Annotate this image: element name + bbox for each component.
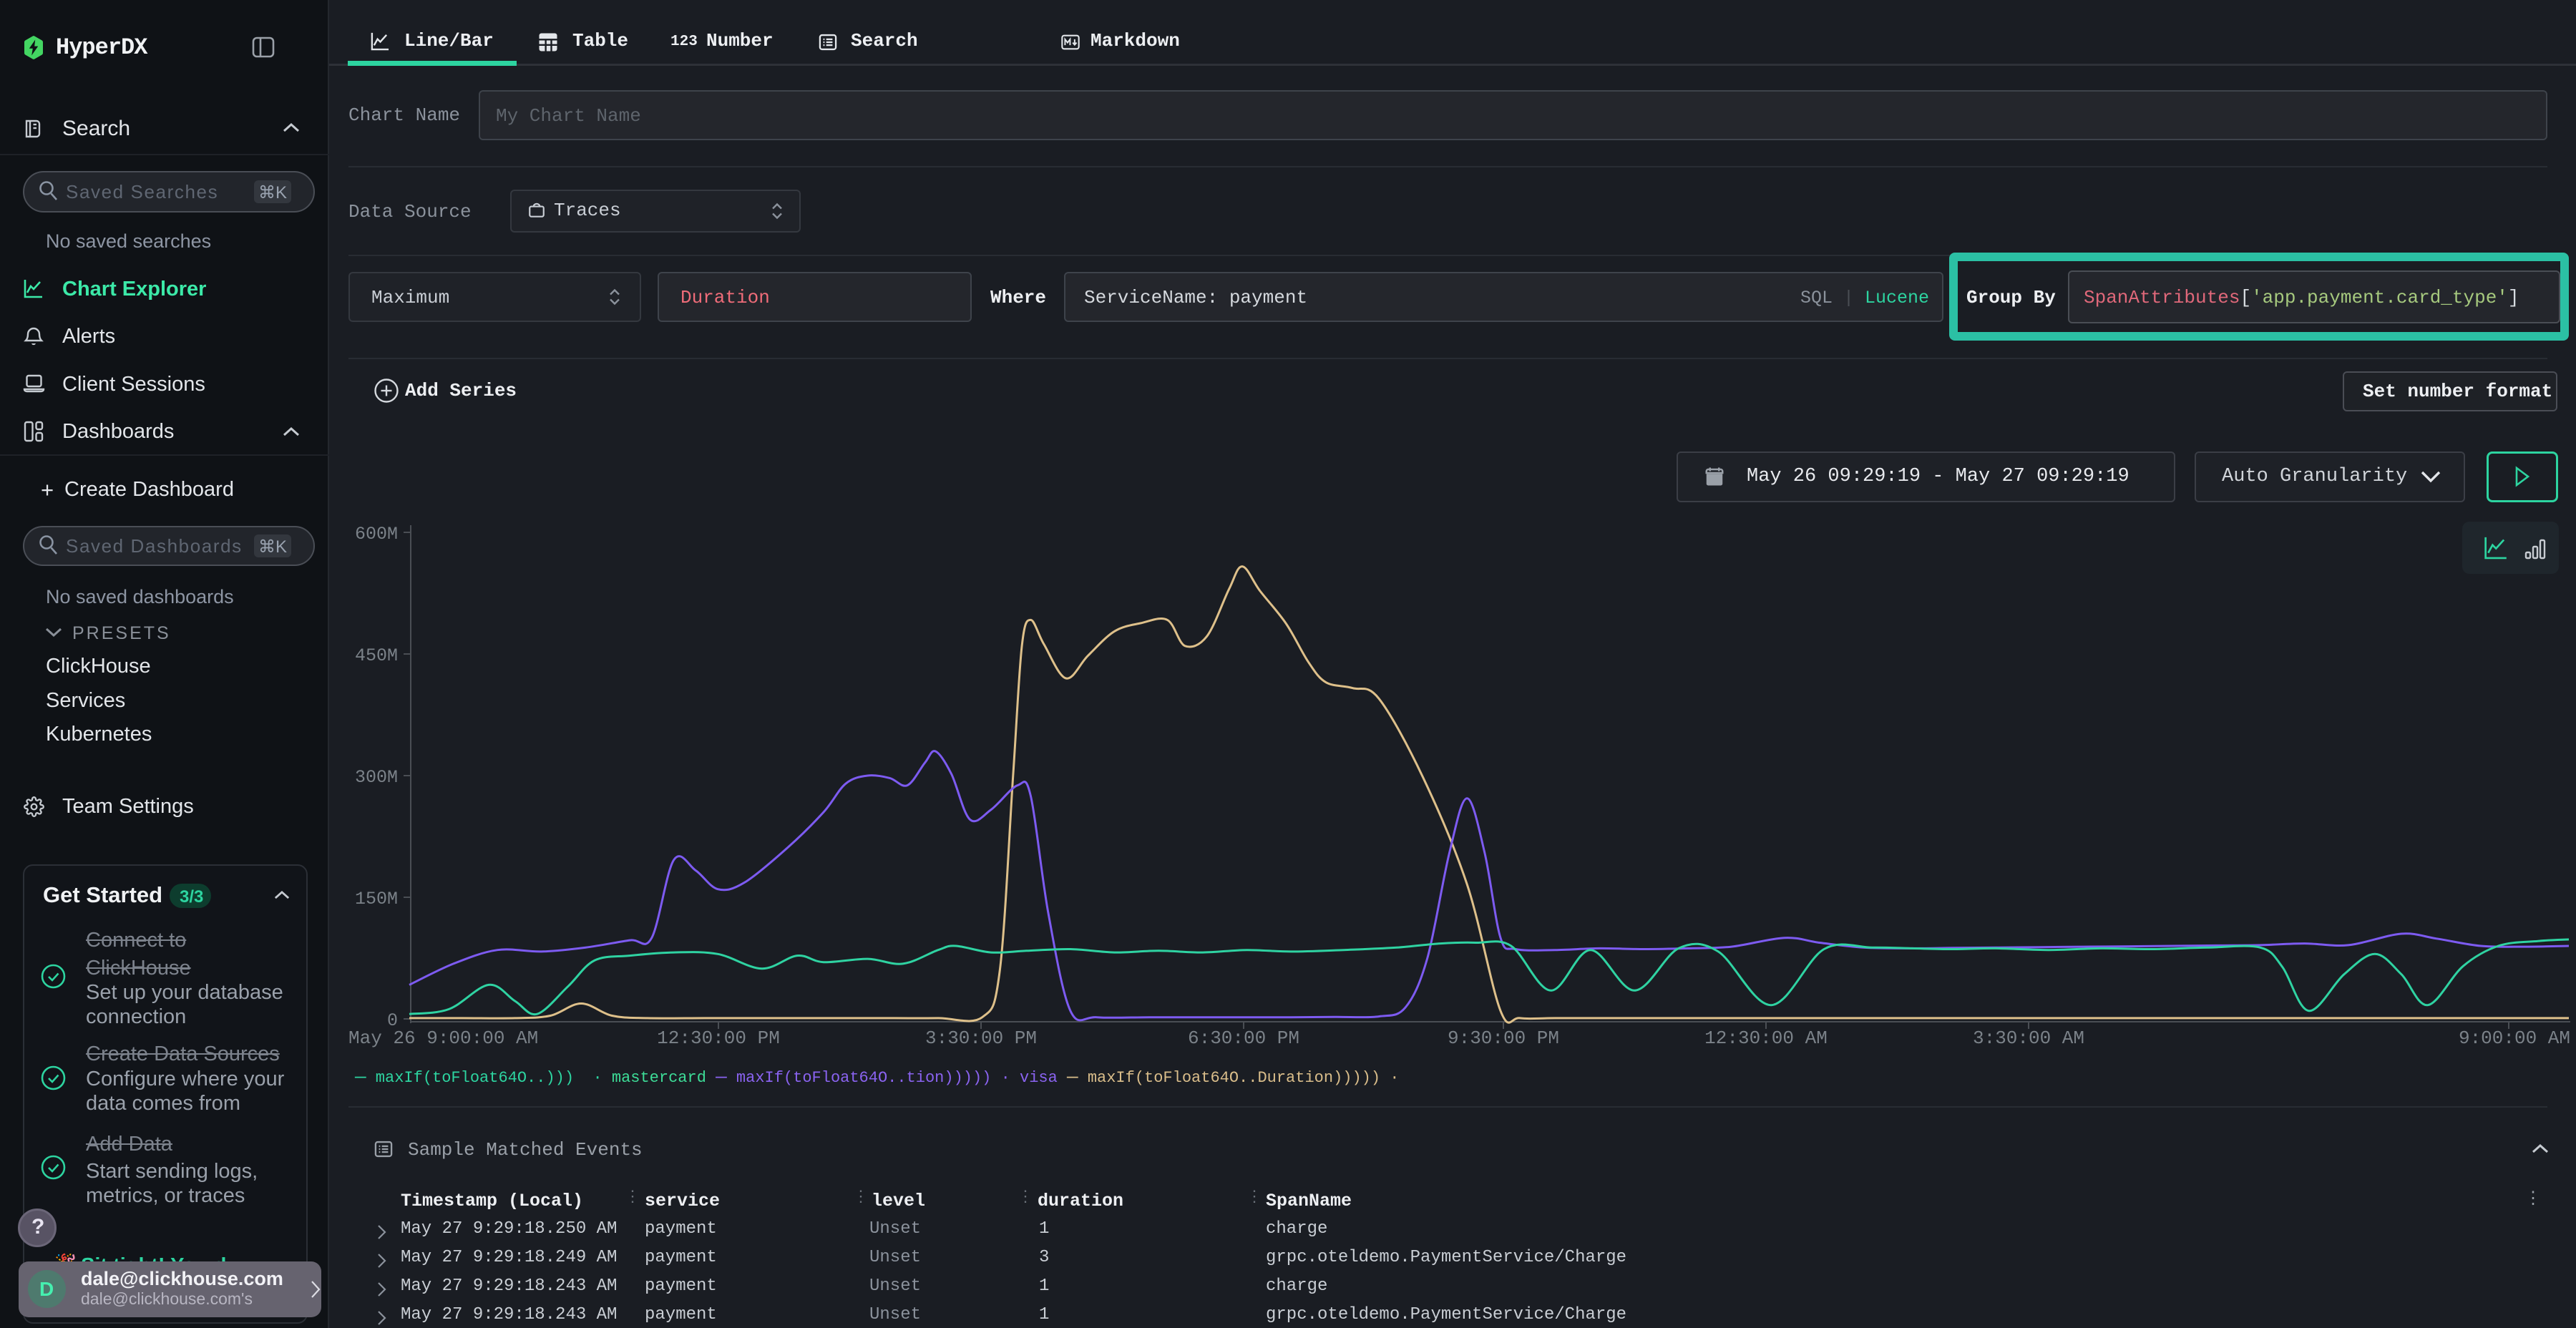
- svg-text:300M: 300M: [355, 767, 398, 788]
- svg-text:450M: 450M: [355, 645, 398, 666]
- svg-text:12:30:00 PM: 12:30:00 PM: [657, 1027, 780, 1049]
- svg-text:3:30:00 AM: 3:30:00 AM: [1973, 1027, 2084, 1049]
- svg-text:12:30:00 AM: 12:30:00 AM: [1704, 1027, 1828, 1049]
- svg-text:May 26 9:00:00 AM: May 26 9:00:00 AM: [348, 1027, 538, 1049]
- svg-text:9:00:00 AM: 9:00:00 AM: [2459, 1027, 2570, 1049]
- svg-text:3:30:00 PM: 3:30:00 PM: [925, 1027, 1037, 1049]
- svg-text:9:30:00 PM: 9:30:00 PM: [1448, 1027, 1559, 1049]
- svg-text:600M: 600M: [355, 524, 398, 545]
- svg-text:150M: 150M: [355, 889, 398, 909]
- svg-text:6:30:00 PM: 6:30:00 PM: [1188, 1027, 1299, 1049]
